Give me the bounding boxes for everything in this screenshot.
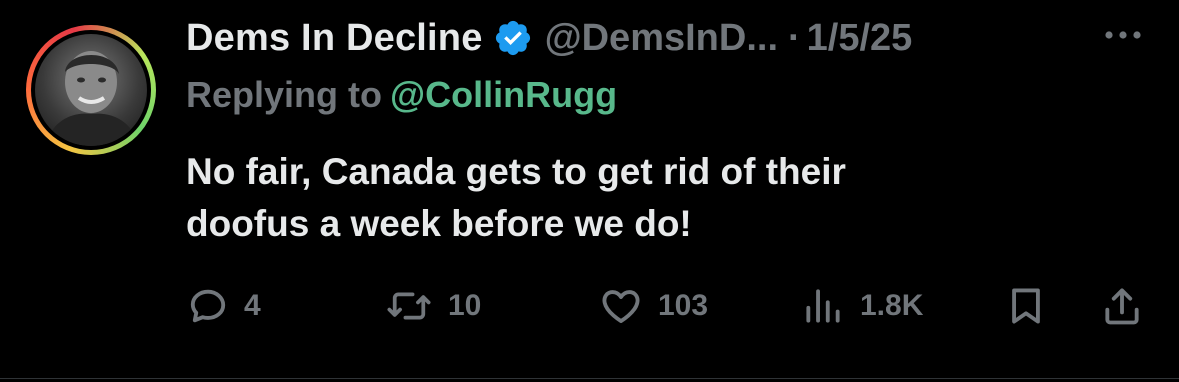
replying-to: Replying to @CollinRugg [186, 74, 617, 116]
tweet-body: No fair, Canada gets to get rid of their… [186, 146, 1086, 250]
reply-button[interactable]: 4 [186, 280, 261, 332]
heart-icon [598, 284, 644, 328]
repost-count: 10 [448, 289, 482, 322]
divider [0, 378, 1179, 379]
replying-to-label: Replying to [186, 74, 382, 115]
avatar[interactable] [26, 25, 156, 155]
display-name[interactable]: Dems In Decline [186, 17, 483, 60]
more-options-icon [1103, 28, 1143, 46]
views-chart-icon [800, 284, 846, 328]
bookmark-button[interactable] [1004, 280, 1048, 332]
tweet-date[interactable]: 1/5/25 [807, 17, 913, 60]
more-options-button[interactable] [1100, 22, 1146, 52]
like-count: 103 [658, 289, 709, 322]
like-button[interactable]: 103 [598, 280, 708, 332]
share-button[interactable] [1098, 280, 1146, 332]
author-handle[interactable]: @DemsInD... [545, 17, 778, 60]
views-count: 1.8K [860, 289, 924, 322]
verified-badge-icon [493, 18, 533, 58]
views-button[interactable]: 1.8K [800, 280, 923, 332]
tweet-card[interactable]: Dems In Decline @DemsInD... · 1/5/25 Rep… [0, 0, 1179, 382]
tweet-text-line: doofus a week before we do! [186, 203, 692, 244]
reply-mention-link[interactable]: @CollinRugg [390, 74, 617, 115]
bookmark-icon [1004, 284, 1048, 328]
repost-icon [384, 284, 434, 328]
repost-button[interactable]: 10 [384, 280, 481, 332]
reply-icon [186, 284, 230, 328]
tweet-header: Dems In Decline @DemsInD... · 1/5/25 [186, 14, 912, 62]
share-icon [1098, 284, 1146, 328]
avatar-photo [35, 34, 147, 146]
reply-count: 4 [244, 289, 261, 322]
tweet-text-line: No fair, Canada gets to get rid of their [186, 151, 846, 192]
header-separator: · [788, 16, 801, 59]
tweet-actions: 4 10 103 1.8K [0, 280, 1179, 332]
